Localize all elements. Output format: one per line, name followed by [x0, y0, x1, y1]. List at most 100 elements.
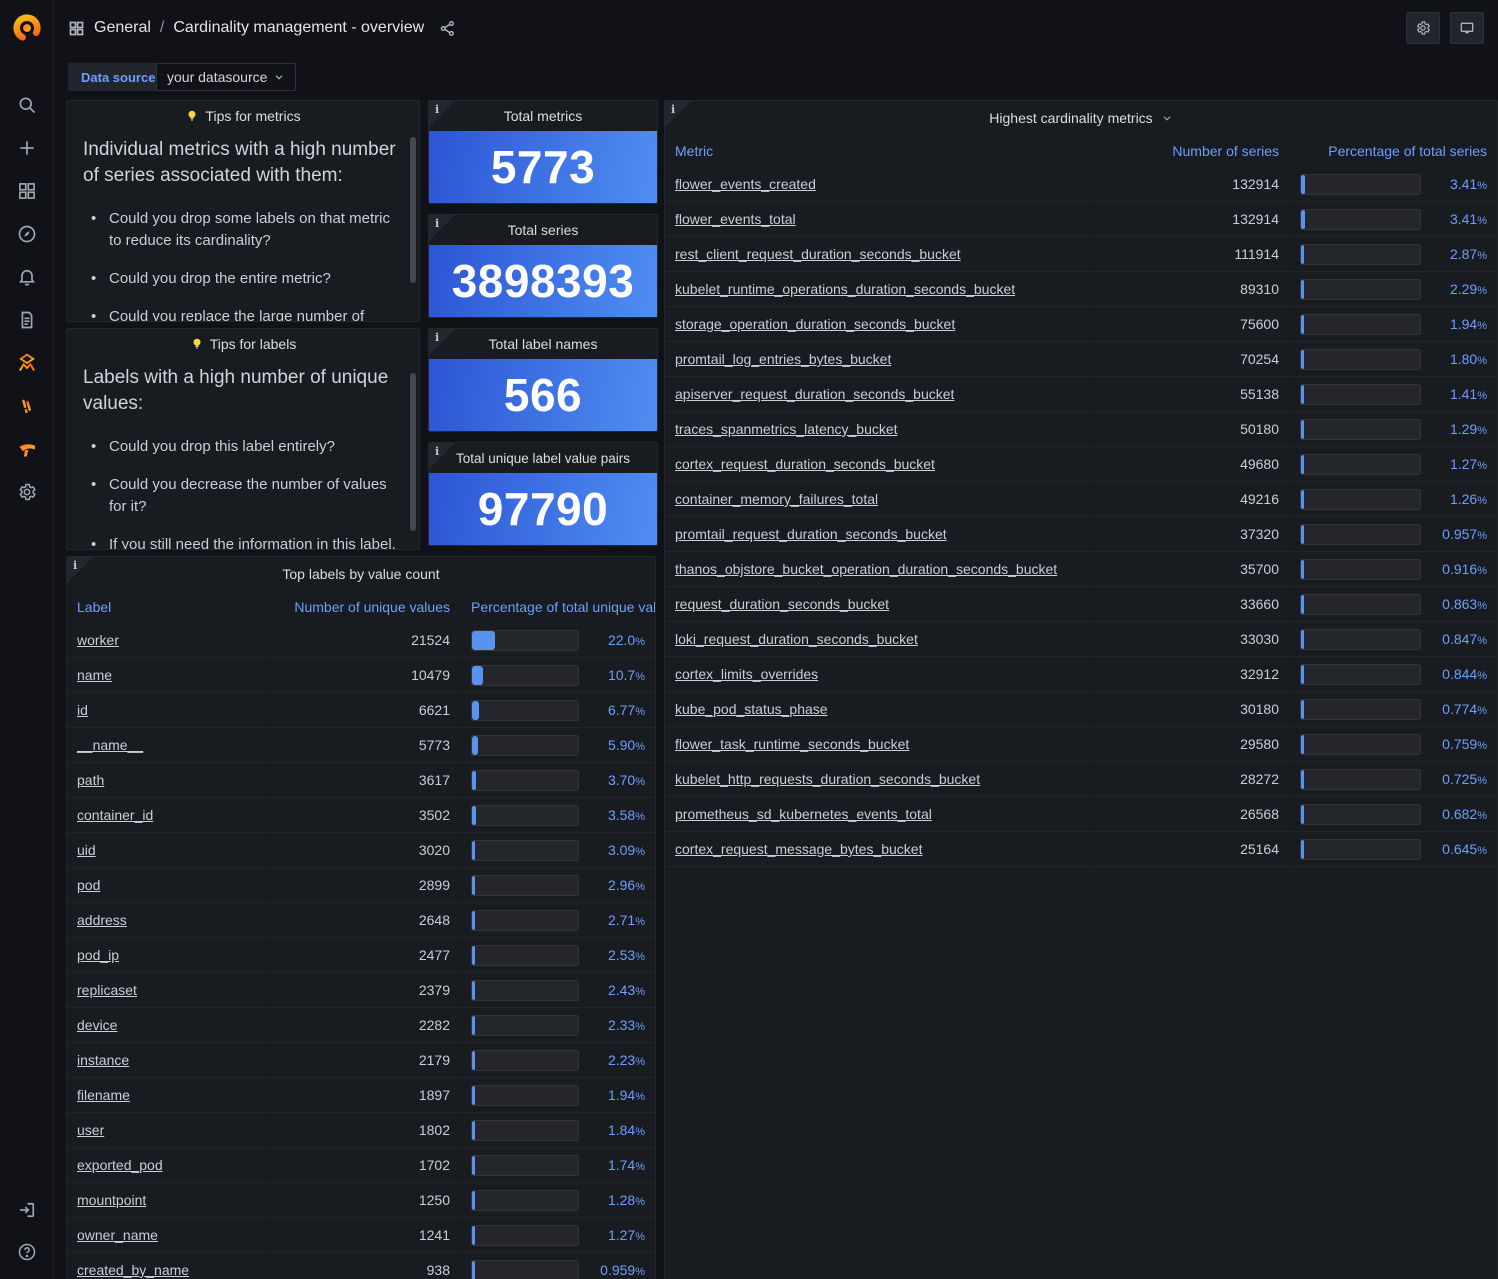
- label-link[interactable]: path: [77, 772, 104, 788]
- metric-link[interactable]: cortex_request_duration_seconds_bucket: [675, 456, 935, 472]
- column-header-unique-values[interactable]: Number of unique values: [267, 591, 461, 622]
- label-link[interactable]: pod_ip: [77, 947, 119, 963]
- percentage-value: 0.959%: [589, 1262, 645, 1278]
- metric-link[interactable]: prometheus_sd_kubernetes_events_total: [675, 806, 932, 822]
- label-link[interactable]: pod: [77, 877, 100, 893]
- label-link[interactable]: exported_pod: [77, 1157, 163, 1173]
- metric-link[interactable]: flower_events_total: [675, 211, 796, 227]
- table-row: exported_pod17021.74%: [67, 1148, 655, 1183]
- datasource-picker[interactable]: your datasource: [156, 63, 296, 91]
- help-icon[interactable]: [16, 1241, 38, 1263]
- label-link[interactable]: owner_name: [77, 1227, 158, 1243]
- percentage-gauge: [1300, 734, 1421, 755]
- label-link[interactable]: instance: [77, 1052, 129, 1068]
- percentage-cell: 2.33%: [461, 1008, 655, 1042]
- panel-tips-for-metrics: Tips for metrics Individual metrics with…: [66, 100, 420, 322]
- percentage-cell: 3.41%: [1290, 202, 1497, 236]
- documentation-icon[interactable]: [16, 309, 38, 331]
- series-count: 3502: [267, 798, 461, 832]
- metric-link[interactable]: traces_spanmetrics_latency_bucket: [675, 421, 898, 437]
- metric-link[interactable]: apiserver_request_duration_seconds_bucke…: [675, 386, 954, 402]
- panel-menu-chevron-icon[interactable]: [1161, 112, 1173, 124]
- metric-link[interactable]: promtail_log_entries_bytes_bucket: [675, 351, 891, 367]
- table-row: kubelet_runtime_operations_duration_seco…: [665, 272, 1497, 307]
- tempo-icon[interactable]: [16, 438, 38, 460]
- percentage-value: 1.94%: [1431, 316, 1487, 332]
- sign-in-icon[interactable]: [16, 1199, 38, 1221]
- metric-link[interactable]: request_duration_seconds_bucket: [675, 596, 889, 612]
- column-header-number-of-series[interactable]: Number of series: [1091, 135, 1290, 166]
- metric-link[interactable]: kubelet_http_requests_duration_seconds_b…: [675, 771, 980, 787]
- label-link[interactable]: name: [77, 667, 112, 683]
- table-row: promtail_request_duration_seconds_bucket…: [665, 517, 1497, 552]
- scrollbar[interactable]: [410, 137, 416, 283]
- stat-value: 5773: [429, 131, 657, 203]
- column-header-metric[interactable]: Metric: [665, 135, 1091, 166]
- label-link[interactable]: address: [77, 912, 127, 928]
- metric-link[interactable]: flower_task_runtime_seconds_bucket: [675, 736, 909, 752]
- loki-icon[interactable]: [16, 395, 38, 417]
- datasource-value: your datasource: [167, 69, 267, 85]
- label-link[interactable]: mountpoint: [77, 1192, 146, 1208]
- percentage-cell: 1.27%: [1290, 447, 1497, 481]
- metric-link[interactable]: kube_pod_status_phase: [675, 701, 828, 717]
- percentage-value: 1.74%: [589, 1157, 645, 1173]
- dashboards-icon[interactable]: [16, 180, 38, 202]
- share-icon[interactable]: [439, 20, 456, 37]
- panel-total-unique-label-value-pairs: i Total unique label value pairs 97790: [428, 442, 658, 546]
- percentage-gauge: [471, 770, 579, 791]
- metric-link[interactable]: loki_request_duration_seconds_bucket: [675, 631, 918, 647]
- search-icon[interactable]: [16, 94, 38, 116]
- series-count: 3617: [267, 763, 461, 797]
- label-link[interactable]: user: [77, 1122, 104, 1138]
- grafana-logo[interactable]: [0, 0, 54, 56]
- mimir-icon[interactable]: [16, 352, 38, 374]
- column-header-percentage[interactable]: Percentage of total series: [1290, 135, 1497, 166]
- table-row: worker2152422.0%: [67, 623, 655, 658]
- table-row: address26482.71%: [67, 903, 655, 938]
- metric-link[interactable]: thanos_objstore_bucket_operation_duratio…: [675, 561, 1057, 577]
- table-row: promtail_log_entries_bytes_bucket702541.…: [665, 342, 1497, 377]
- breadcrumb-section[interactable]: General: [94, 19, 151, 37]
- label-link[interactable]: filename: [77, 1087, 130, 1103]
- series-count: 1897: [267, 1078, 461, 1112]
- label-link[interactable]: device: [77, 1017, 117, 1033]
- percentage-gauge: [1300, 559, 1421, 580]
- percentage-cell: 10.7%: [461, 658, 655, 692]
- add-icon[interactable]: [16, 137, 38, 159]
- tip-item: Could you drop some labels on that metri…: [83, 208, 403, 252]
- label-link[interactable]: uid: [77, 842, 96, 858]
- label-link[interactable]: __name__: [77, 737, 143, 753]
- percentage-gauge: [471, 1050, 579, 1071]
- kiosk-mode-button[interactable]: [1450, 12, 1484, 44]
- alerting-icon[interactable]: [16, 266, 38, 288]
- metric-link[interactable]: promtail_request_duration_seconds_bucket: [675, 526, 947, 542]
- metric-link[interactable]: rest_client_request_duration_seconds_buc…: [675, 246, 961, 262]
- metric-link[interactable]: container_memory_failures_total: [675, 491, 878, 507]
- metric-link[interactable]: storage_operation_duration_seconds_bucke…: [675, 316, 955, 332]
- table-header: Metric Number of series Percentage of to…: [665, 135, 1497, 167]
- label-link[interactable]: created_by_name: [77, 1262, 189, 1278]
- metric-link[interactable]: cortex_request_message_bytes_bucket: [675, 841, 922, 857]
- metric-link[interactable]: cortex_limits_overrides: [675, 666, 818, 682]
- explore-icon[interactable]: [16, 223, 38, 245]
- metric-link[interactable]: flower_events_created: [675, 176, 816, 192]
- column-header-label[interactable]: Label: [67, 591, 267, 622]
- scrollbar[interactable]: [410, 373, 416, 531]
- label-link[interactable]: replicaset: [77, 982, 137, 998]
- label-link[interactable]: id: [77, 702, 88, 718]
- metric-link[interactable]: kubelet_runtime_operations_duration_seco…: [675, 281, 1015, 297]
- settings-icon[interactable]: [16, 481, 38, 503]
- dashboard-settings-button[interactable]: [1406, 12, 1440, 44]
- table-row: flower_events_created1329143.41%: [665, 167, 1497, 202]
- column-header-percentage[interactable]: Percentage of total unique values: [461, 591, 655, 622]
- series-count: 55138: [1091, 377, 1290, 411]
- label-link[interactable]: container_id: [77, 807, 153, 823]
- series-count: 30180: [1091, 692, 1290, 726]
- panel-total-metrics: i Total metrics 5773: [428, 100, 658, 204]
- label-link[interactable]: worker: [77, 632, 119, 648]
- table-row: container_id35023.58%: [67, 798, 655, 833]
- percentage-cell: 1.29%: [1290, 412, 1497, 446]
- percentage-gauge: [471, 1260, 579, 1279]
- series-count: 5773: [267, 728, 461, 762]
